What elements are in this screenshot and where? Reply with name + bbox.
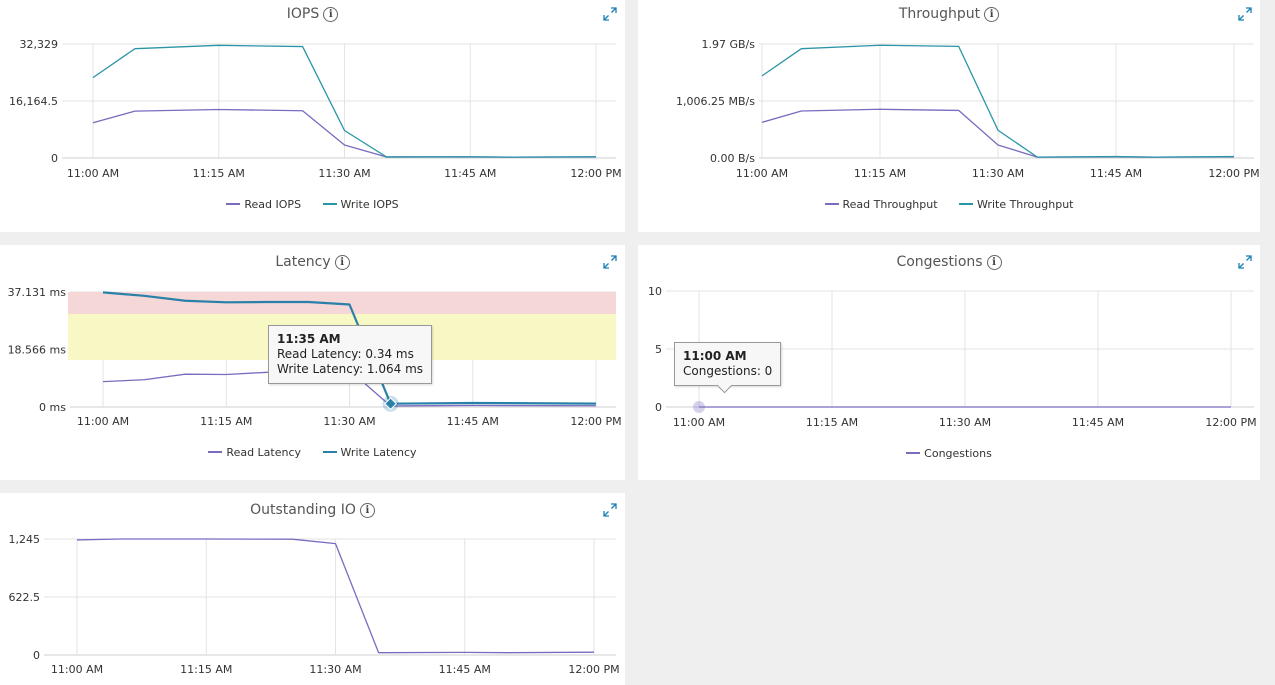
legend-label: Read Throughput: [842, 198, 938, 211]
legend-label: Read IOPS: [244, 198, 302, 211]
throughput-panel: Throughput i 0.00 B/s 1,006.25 MB/s 1.97 GB…: [638, 0, 1260, 232]
y-tick-label: 0.00 B/s: [710, 152, 755, 165]
legend: Read IOPS Write IOPS: [0, 198, 625, 211]
legend-item-read-throughput[interactable]: Read Throughput: [824, 198, 938, 211]
hover-halo: [693, 401, 705, 413]
legend-item-read-iops[interactable]: Read IOPS: [226, 198, 301, 211]
x-tick-label: 11:45 AM: [1072, 416, 1124, 429]
x-tick-label: 11:45 AM: [1090, 167, 1142, 180]
congestions-tooltip: 11:00 AM Congestions: 0: [674, 342, 782, 394]
legend-item-write-latency[interactable]: Write Latency: [322, 446, 417, 459]
x-tick-label: 11:30 AM: [323, 415, 375, 428]
x-tick-label: 11:15 AM: [806, 416, 858, 429]
legend: Read Throughput Write Throughput: [638, 198, 1260, 211]
x-tick-label: 11:00 AM: [673, 416, 725, 429]
tooltip-time: 11:35 AM: [277, 332, 341, 346]
y-tick-label: 37.131 ms: [8, 286, 67, 299]
legend: Read Latency Write Latency: [0, 446, 625, 459]
y-tick-label: 622.5: [9, 591, 41, 604]
x-tick-label: 12:00 PM: [570, 415, 621, 428]
y-tick-label: 0 ms: [39, 401, 66, 414]
x-tick-label: 11:45 AM: [447, 415, 499, 428]
iops-panel: IOPS i 0 16,164.5 32,329 11:00 AM 11:15 AM 11:…: [0, 0, 625, 232]
x-tick-label: 11:15 AM: [200, 415, 252, 428]
latency-panel: Latency i 0 ms 18.566 ms 37.131 ms 11:00 AM 1…: [0, 245, 625, 480]
x-tick-label: 11:15 AM: [180, 663, 232, 676]
legend-label: Congestions: [924, 447, 992, 460]
y-tick-label: 0: [655, 401, 662, 414]
y-tick-label: 5: [655, 343, 662, 356]
y-tick-label: 16,164.5: [9, 95, 58, 108]
tooltip-read-latency: Read Latency: 0.34 ms: [277, 347, 414, 361]
tooltip-congestions: Congestions: 0: [683, 364, 773, 378]
y-tick-label: 1,245: [9, 533, 41, 546]
legend-label: Write Latency: [340, 446, 417, 459]
x-tick-label: 11:30 AM: [972, 167, 1024, 180]
y-tick-label: 0: [33, 649, 40, 662]
latency-tooltip: 11:35 AM Read Latency: 0.34 ms Write Lat…: [268, 325, 433, 384]
x-tick-label: 12:00 PM: [568, 663, 619, 676]
x-tick-label: 11:15 AM: [854, 167, 906, 180]
x-tick-label: 12:00 PM: [570, 167, 621, 180]
legend-item-congestions[interactable]: Congestions: [906, 447, 992, 460]
legend-label: Write IOPS: [340, 198, 399, 211]
legend: Congestions: [638, 447, 1260, 460]
x-tick-label: 11:15 AM: [193, 167, 245, 180]
outstanding-io-panel: Outstanding IO i 0 622.5 1,245 11:00 AM 11:15…: [0, 493, 625, 685]
x-tick-label: 11:00 AM: [77, 415, 129, 428]
x-tick-label: 11:45 AM: [444, 167, 496, 180]
congestions-panel: Congestions i 0 5 10 11:00 AM 11:15 AM 11:30 A…: [638, 245, 1260, 480]
x-tick-label: 11:45 AM: [439, 663, 491, 676]
legend-item-read-latency[interactable]: Read Latency: [208, 446, 301, 459]
y-tick-label: 0: [51, 152, 58, 165]
y-tick-label: 32,329: [20, 38, 59, 51]
x-tick-label: 11:00 AM: [67, 167, 119, 180]
x-tick-label: 11:30 AM: [309, 663, 361, 676]
y-tick-label: 1.97 GB/s: [702, 38, 756, 51]
x-tick-label: 11:30 AM: [939, 416, 991, 429]
x-tick-label: 11:00 AM: [51, 663, 103, 676]
legend-label: Read Latency: [226, 446, 302, 459]
x-tick-label: 11:30 AM: [318, 167, 370, 180]
legend-label: Write Throughput: [977, 198, 1074, 211]
outstanding-io-chart: 0 622.5 1,245 11:00 AM 11:15 AM 11:30 AM 11:45…: [9, 533, 620, 676]
x-tick-label: 12:00 PM: [1205, 416, 1256, 429]
y-tick-label: 1,006.25 MB/s: [676, 95, 755, 108]
y-tick-label: 18.566 ms: [8, 344, 67, 357]
x-tick-label: 11:00 AM: [736, 167, 788, 180]
tooltip-write-latency: Write Latency: 1.064 ms: [277, 362, 424, 376]
x-tick-label: 12:00 PM: [1208, 167, 1259, 180]
legend-item-write-throughput[interactable]: Write Throughput: [959, 198, 1073, 211]
legend-item-write-iops[interactable]: Write IOPS: [322, 198, 399, 211]
y-tick-label: 10: [648, 285, 662, 298]
tooltip-time: 11:00 AM: [683, 349, 747, 363]
